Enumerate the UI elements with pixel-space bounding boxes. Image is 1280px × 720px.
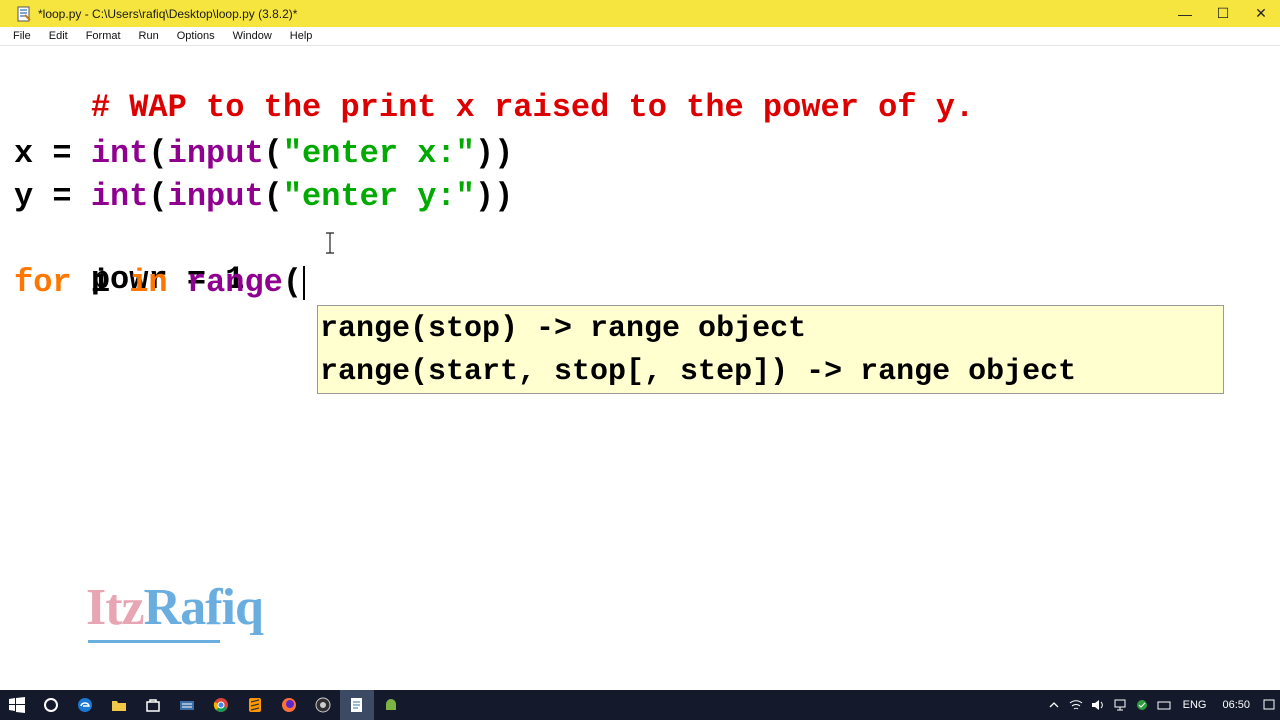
menu-options[interactable]: Options [174, 30, 218, 42]
code-line-for: for i in range( [14, 263, 306, 303]
idle-editor-icon [17, 6, 31, 21]
watermark-underline [88, 640, 220, 643]
code-line-comment: # WAP to the print x raised to the power… [14, 48, 974, 126]
channel-watermark: ItzRafiq [86, 578, 264, 638]
firefox-icon[interactable] [272, 690, 306, 720]
minimize-button[interactable]: — [1166, 0, 1204, 27]
code-line-powr: powr = 1 [14, 220, 245, 298]
edge-browser-icon[interactable] [68, 690, 102, 720]
comment-text: # WAP to the print x raised to the power… [90, 89, 975, 126]
string-literal: "enter x:" [282, 135, 475, 172]
paren: ( [263, 178, 283, 215]
assign-text: y = [14, 178, 91, 215]
ibeam-cursor-icon [326, 232, 334, 254]
language-indicator[interactable]: ENG [1183, 699, 1207, 711]
loop-var: i [71, 264, 130, 301]
cortana-search-icon[interactable] [34, 690, 68, 720]
keyboard-app-icon[interactable] [170, 690, 204, 720]
menu-window[interactable]: Window [230, 30, 275, 42]
close-button[interactable]: ✕ [1242, 0, 1280, 27]
network-icon[interactable] [1109, 690, 1131, 720]
android-icon[interactable] [374, 690, 408, 720]
watermark-part1: Itz [86, 579, 145, 636]
menu-help[interactable]: Help [287, 30, 316, 42]
paren: ( [148, 178, 168, 215]
builtin-int: int [90, 178, 149, 215]
calltip-signature-2: range(start, stop[, step]) -> range obje… [320, 355, 1077, 389]
maximize-button[interactable]: ☐ [1204, 0, 1242, 27]
builtin-input: input [167, 178, 264, 215]
update-icon[interactable] [1131, 690, 1153, 720]
menu-run[interactable]: Run [136, 30, 162, 42]
windows-start-icon[interactable] [0, 690, 34, 720]
paren-close: )) [474, 135, 514, 172]
menu-bar: File Edit Format Run Options Window Help [0, 27, 1280, 46]
window-title: *loop.py - C:\Users\rafiq\Desktop\loop.p… [38, 6, 298, 21]
python-idle-icon[interactable] [340, 690, 374, 720]
calltip-signature-1: range(stop) -> range object [320, 312, 807, 346]
code-line-x: x = int(input("enter x:")) [14, 134, 513, 174]
window-controls: — ☐ ✕ [1166, 0, 1280, 27]
text-cursor [303, 265, 306, 300]
builtin-input: input [167, 135, 264, 172]
chevron-up-icon[interactable] [1043, 690, 1065, 720]
taskbar: ENG 06:50 [0, 690, 1280, 720]
notification-icon[interactable] [1258, 690, 1280, 720]
paren: ( [148, 135, 168, 172]
store-icon[interactable] [136, 690, 170, 720]
title-bar: *loop.py - C:\Users\rafiq\Desktop\loop.p… [0, 0, 1280, 27]
menu-format[interactable]: Format [83, 30, 124, 42]
assign-text: x = [14, 135, 91, 172]
keyword-in: in [129, 264, 168, 301]
menu-edit[interactable]: Edit [46, 30, 71, 42]
clock[interactable]: 06:50 [1222, 699, 1250, 711]
sublime-icon[interactable] [238, 690, 272, 720]
builtin-range: range [186, 264, 283, 301]
builtin-int: int [90, 135, 149, 172]
chrome-icon[interactable] [204, 690, 238, 720]
keyboard-icon[interactable] [1153, 690, 1175, 720]
calltip-popup: range(stop) -> range object range(start,… [317, 305, 1224, 394]
paren: ( [282, 264, 303, 301]
wifi-icon[interactable] [1065, 690, 1087, 720]
file-explorer-icon[interactable] [102, 690, 136, 720]
paren: ( [263, 135, 283, 172]
system-tray: ENG 06:50 [1043, 690, 1280, 720]
volume-icon[interactable] [1087, 690, 1109, 720]
menu-file[interactable]: File [10, 30, 34, 42]
watermark-part2: Rafiq [143, 579, 264, 636]
code-line-y: y = int(input("enter y:")) [14, 177, 513, 217]
keyword-for: for [14, 264, 72, 301]
string-literal: "enter y:" [282, 178, 475, 215]
obs-icon[interactable] [306, 690, 340, 720]
paren-close: )) [474, 178, 514, 215]
